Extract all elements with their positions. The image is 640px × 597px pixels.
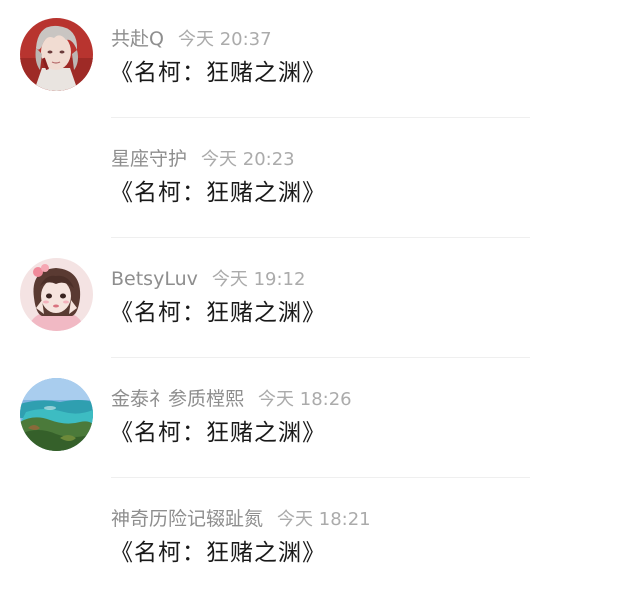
timestamp: 今天 19:12 xyxy=(211,269,306,290)
divider xyxy=(111,477,530,478)
comment-meta: 金泰礻参质樘熙 今天 18:26 xyxy=(111,387,352,411)
landscape-avatar-icon xyxy=(20,378,93,451)
avatar[interactable] xyxy=(20,18,93,91)
comment-item[interactable]: 共赴Q 今天 20:37 《名柯：狂赌之渊》 xyxy=(0,0,640,120)
avatar[interactable] xyxy=(20,258,93,331)
username[interactable]: 星座守护 xyxy=(111,148,187,170)
comment-text: 《名柯：狂赌之渊》 xyxy=(110,540,326,566)
timestamp: 今天 20:37 xyxy=(177,29,272,50)
comment-text: 《名柯：狂赌之渊》 xyxy=(110,300,326,326)
comment-meta: BetsyLuv 今天 19:12 xyxy=(111,267,305,291)
comment-item[interactable]: 神奇历险记辍趾氮 今天 18:21 《名柯：狂赌之渊》 xyxy=(0,480,640,597)
comment-item[interactable]: BetsyLuv 今天 19:12 《名柯：狂赌之渊》 xyxy=(0,240,640,360)
comment-item[interactable]: 星座守护 今天 20:23 《名柯：狂赌之渊》 xyxy=(0,120,640,240)
username[interactable]: BetsyLuv xyxy=(111,268,198,290)
comment-text: 《名柯：狂赌之渊》 xyxy=(110,180,326,206)
divider xyxy=(111,237,530,238)
comment-meta: 共赴Q 今天 20:37 xyxy=(111,27,272,51)
avatar[interactable] xyxy=(20,378,93,451)
username[interactable]: 金泰礻参质樘熙 xyxy=(111,388,244,410)
divider xyxy=(111,117,530,118)
username[interactable]: 神奇历险记辍趾氮 xyxy=(111,508,263,530)
comment-text: 《名柯：狂赌之渊》 xyxy=(110,60,326,86)
comment-item[interactable]: 金泰礻参质樘熙 今天 18:26 《名柯：狂赌之渊》 xyxy=(0,360,640,480)
anime-girl-avatar-icon xyxy=(20,258,93,331)
anime-boy-avatar-icon xyxy=(20,18,93,91)
username[interactable]: 共赴Q xyxy=(111,28,164,50)
comment-list: 共赴Q 今天 20:37 《名柯：狂赌之渊》 星座守护 今天 20:23 《名柯：狂… xyxy=(0,0,640,597)
timestamp: 今天 18:26 xyxy=(258,389,352,410)
timestamp: 今天 20:23 xyxy=(201,149,295,170)
timestamp: 今天 18:21 xyxy=(277,509,371,530)
comment-meta: 神奇历险记辍趾氮 今天 18:21 xyxy=(111,507,371,531)
comment-meta: 星座守护 今天 20:23 xyxy=(111,147,295,171)
divider xyxy=(111,357,530,358)
comment-text: 《名柯：狂赌之渊》 xyxy=(110,420,326,446)
